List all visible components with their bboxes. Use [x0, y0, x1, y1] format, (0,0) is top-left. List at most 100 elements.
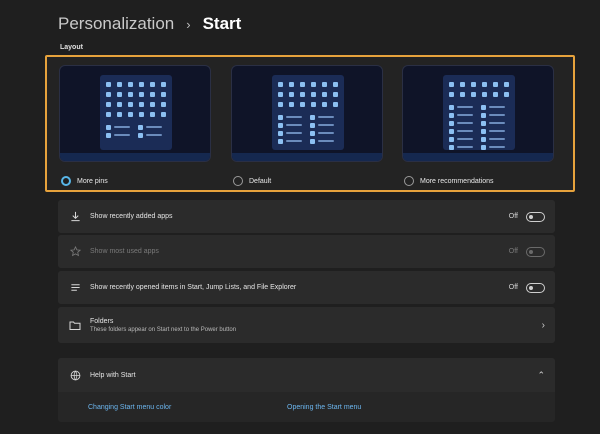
more-pins-label[interactable]: More pins: [77, 178, 108, 185]
preview-recommendation-line: [489, 106, 505, 108]
recently-added-apps-state: Off: [508, 213, 518, 220]
preview-tile: [161, 92, 166, 97]
breadcrumb-separator: ›: [186, 16, 191, 32]
preview-tile: [310, 139, 315, 144]
default-preview[interactable]: [231, 65, 383, 162]
preview-tile: [481, 145, 486, 150]
preview-tile: [278, 131, 283, 136]
star-icon: [60, 246, 90, 257]
chevron-up-icon: ⌃: [537, 369, 545, 380]
preview-tile: [449, 113, 454, 118]
preview-tile: [106, 102, 111, 107]
preview-tile: [481, 137, 486, 142]
preview-tile: [106, 82, 111, 87]
layout-option-more-pins[interactable]: More pins: [59, 65, 211, 186]
preview-tile: [139, 82, 144, 87]
default-label[interactable]: Default: [249, 178, 271, 185]
layout-option-more-recommendations[interactable]: More recommendations: [402, 65, 554, 186]
preview-tile: [139, 92, 144, 97]
preview-tile: [322, 92, 327, 97]
recently-opened-items-state: Off: [508, 284, 518, 291]
preview-tile: [493, 82, 498, 87]
preview-tile: [300, 82, 305, 87]
preview-tile: [278, 92, 283, 97]
setting-recently-added-apps: Show recently added apps Off: [58, 200, 555, 233]
preview-tile: [161, 102, 166, 107]
preview-tile: [150, 82, 155, 87]
folder-icon: [60, 320, 90, 331]
recently-added-apps-toggle[interactable]: [526, 211, 545, 222]
preview-tile: [150, 112, 155, 117]
help-with-start-header[interactable]: Help with Start ⌃: [58, 358, 555, 392]
breadcrumb-parent[interactable]: Personalization: [58, 14, 174, 34]
preview-tile: [289, 92, 294, 97]
preview-tile: [333, 92, 338, 97]
more-recommendations-label[interactable]: More recommendations: [420, 178, 494, 185]
preview-tile: [449, 92, 454, 97]
preview-tile: [106, 112, 111, 117]
preview-tile: [322, 102, 327, 107]
more-recommendations-preview[interactable]: [402, 65, 554, 162]
help-links-panel: Changing Start menu color Opening the St…: [58, 392, 555, 422]
preview-tile: [333, 102, 338, 107]
preview-tile: [139, 112, 144, 117]
preview-tile: [138, 125, 143, 130]
preview-tile: [504, 92, 509, 97]
preview-tile: [311, 102, 316, 107]
preview-tile: [161, 112, 166, 117]
recently-opened-items-toggle[interactable]: [526, 282, 545, 293]
link-changing-start-menu-color[interactable]: Changing Start menu color: [88, 404, 171, 411]
preview-recommendation-line: [457, 106, 473, 108]
preview-recommendation-line: [286, 140, 302, 142]
recently-added-apps-label: Show recently added apps: [90, 213, 173, 220]
preview-recommendation-line: [318, 140, 334, 142]
folders-subtitle: These folders appear on Start next to th…: [90, 326, 237, 333]
preview-tile: [278, 82, 283, 87]
folders-row[interactable]: Folders These folders appear on Start ne…: [58, 307, 555, 343]
folders-title: Folders: [90, 317, 114, 325]
preview-recommendation-line: [489, 130, 505, 132]
preview-tile: [278, 139, 283, 144]
preview-tile: [106, 125, 111, 130]
globe-icon: [60, 370, 90, 381]
preview-tile: [481, 113, 486, 118]
link-opening-start-menu[interactable]: Opening the Start menu: [287, 404, 361, 411]
default-radio[interactable]: [233, 176, 243, 186]
preview-tile: [278, 115, 283, 120]
preview-tile: [449, 105, 454, 110]
preview-tile: [278, 123, 283, 128]
layout-option-default[interactable]: Default: [231, 65, 383, 186]
preview-tile: [310, 123, 315, 128]
more-pins-radio[interactable]: [61, 176, 71, 186]
preview-recommendation-line: [457, 138, 473, 140]
preview-tile: [493, 92, 498, 97]
breadcrumb: Personalization › Start: [58, 14, 241, 34]
preview-recommendation-line: [318, 124, 334, 126]
preview-recommendation-line: [457, 146, 473, 148]
preview-tile: [449, 129, 454, 134]
preview-tile: [289, 82, 294, 87]
preview-tile: [117, 82, 122, 87]
layout-options-group: More pins Default More recommendations: [45, 55, 575, 192]
preview-recommendation-line: [489, 122, 505, 124]
most-used-apps-label: Show most used apps: [90, 248, 159, 255]
preview-tile: [128, 112, 133, 117]
preview-tile: [300, 102, 305, 107]
preview-recommendation-line: [489, 138, 505, 140]
preview-tile: [482, 92, 487, 97]
download-icon: [60, 211, 90, 222]
preview-tile: [161, 82, 166, 87]
more-recommendations-radio[interactable]: [404, 176, 414, 186]
preview-tile: [449, 145, 454, 150]
preview-tile: [106, 92, 111, 97]
preview-tile: [471, 82, 476, 87]
more-pins-preview[interactable]: [59, 65, 211, 162]
preview-recommendation-line: [146, 134, 162, 136]
preview-tile: [311, 92, 316, 97]
setting-recently-opened-items: Show recently opened items in Start, Jum…: [58, 271, 555, 304]
preview-tile: [481, 105, 486, 110]
preview-tile: [310, 131, 315, 136]
preview-tile: [128, 102, 133, 107]
preview-tile: [150, 102, 155, 107]
chevron-right-icon: ›: [541, 319, 545, 331]
